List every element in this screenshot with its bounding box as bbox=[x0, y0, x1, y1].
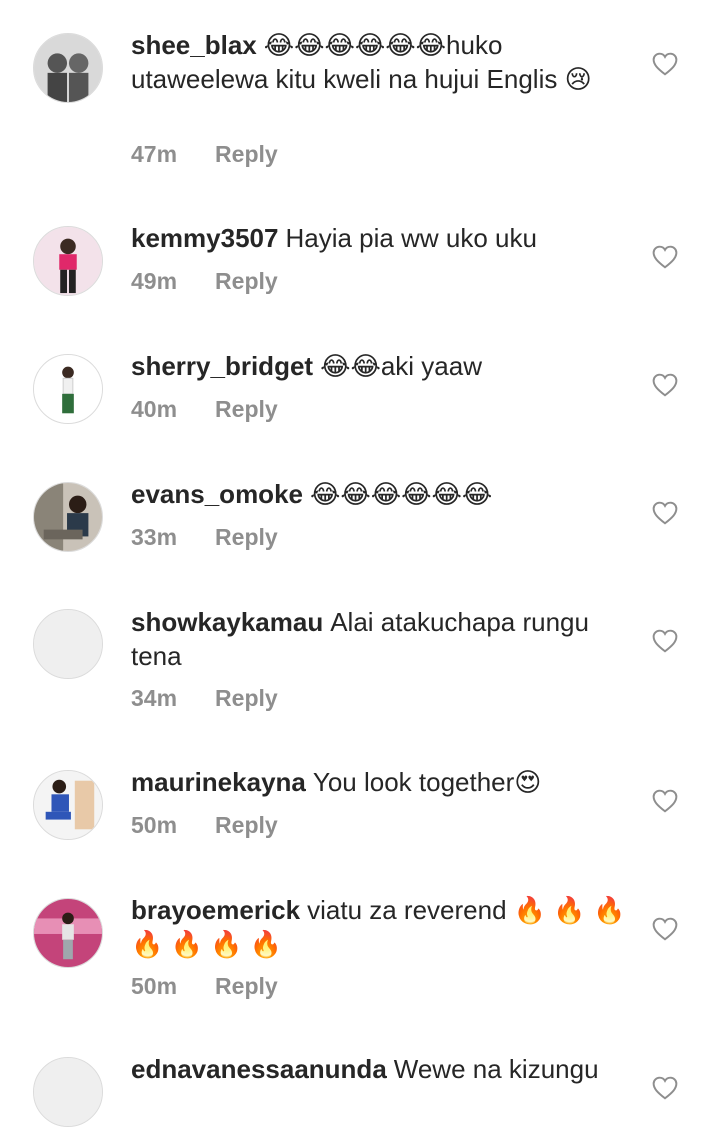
comment-meta: 40m Reply bbox=[131, 396, 278, 423]
heart-outline-icon[interactable] bbox=[652, 501, 678, 525]
avatar[interactable] bbox=[33, 898, 103, 968]
comment-username[interactable]: evans_omoke bbox=[131, 479, 303, 509]
avatar[interactable] bbox=[33, 33, 103, 103]
comment-time: 50m bbox=[131, 973, 178, 999]
avatar[interactable] bbox=[33, 354, 103, 424]
reply-button[interactable]: Reply bbox=[215, 141, 278, 167]
comment-text: sherry_bridget 😂😂aki yaaw bbox=[131, 349, 631, 383]
heart-outline-icon[interactable] bbox=[652, 1076, 678, 1100]
heart-outline-icon[interactable] bbox=[652, 373, 678, 397]
avatar[interactable] bbox=[33, 609, 103, 679]
comment-time: 33m bbox=[131, 524, 178, 550]
reply-button[interactable]: Reply bbox=[215, 524, 278, 550]
avatar[interactable] bbox=[33, 226, 103, 296]
heart-outline-icon[interactable] bbox=[652, 245, 678, 269]
comment-meta: 50m Reply bbox=[131, 812, 278, 839]
comment-meta: 34m Reply bbox=[131, 685, 278, 712]
comment-time: 49m bbox=[131, 268, 178, 294]
comment-time: 50m bbox=[131, 812, 178, 838]
comment-text: kemmy3507 Hayia pia ww uko uku bbox=[131, 221, 631, 255]
comment-meta: 33m Reply bbox=[131, 524, 278, 551]
heart-outline-icon[interactable] bbox=[652, 629, 678, 653]
comment-username[interactable]: brayoemerick bbox=[131, 895, 300, 925]
comment-username[interactable]: sherry_bridget bbox=[131, 351, 313, 381]
comment-username[interactable]: kemmy3507 bbox=[131, 223, 278, 253]
comment-body: You look together😍 bbox=[312, 767, 542, 797]
comment-meta: 50m Reply bbox=[131, 973, 278, 1000]
comment-time: 47m bbox=[131, 141, 178, 167]
comment-text: brayoemerick viatu za reverend 🔥 🔥 🔥 🔥 🔥 … bbox=[131, 893, 631, 961]
comment-username[interactable]: shee_blax bbox=[131, 30, 257, 60]
heart-outline-icon[interactable] bbox=[652, 917, 678, 941]
reply-button[interactable]: Reply bbox=[215, 812, 278, 838]
comment-text: maurinekayna You look together😍 bbox=[131, 765, 631, 799]
avatar[interactable] bbox=[33, 770, 103, 840]
reply-button[interactable]: Reply bbox=[215, 973, 278, 999]
comment-text: showkaykamau Alai atakuchapa rungu tena bbox=[131, 605, 631, 673]
reply-button[interactable]: Reply bbox=[215, 268, 278, 294]
avatar[interactable] bbox=[33, 1057, 103, 1127]
avatar[interactable] bbox=[33, 482, 103, 552]
comment-body: Wewe na kizungu bbox=[393, 1054, 599, 1084]
reply-button[interactable]: Reply bbox=[215, 396, 278, 422]
comment-time: 34m bbox=[131, 685, 178, 711]
comment-meta: 49m Reply bbox=[131, 268, 278, 295]
comment-username[interactable]: maurinekayna bbox=[131, 767, 306, 797]
heart-outline-icon[interactable] bbox=[652, 789, 678, 813]
comment-body: Hayia pia ww uko uku bbox=[285, 223, 537, 253]
comment-username[interactable]: ednavanessaanunda bbox=[131, 1054, 387, 1084]
reply-button[interactable]: Reply bbox=[215, 685, 278, 711]
comment-text: shee_blax 😂😂😂😂😂😂huko utaweelewa kitu kwel… bbox=[131, 28, 631, 96]
comment-time: 40m bbox=[131, 396, 178, 422]
comment-body: 😂😂😂😂😂😂 bbox=[309, 479, 493, 509]
comment-text: evans_omoke 😂😂😂😂😂😂 bbox=[131, 477, 631, 511]
comment-text: ednavanessaanunda Wewe na kizungu bbox=[131, 1052, 631, 1086]
comment-meta: 47m Reply bbox=[131, 141, 278, 168]
comment-body: 😂😂aki yaaw bbox=[320, 351, 482, 381]
heart-outline-icon[interactable] bbox=[652, 52, 678, 76]
comment-username[interactable]: showkaykamau bbox=[131, 607, 323, 637]
